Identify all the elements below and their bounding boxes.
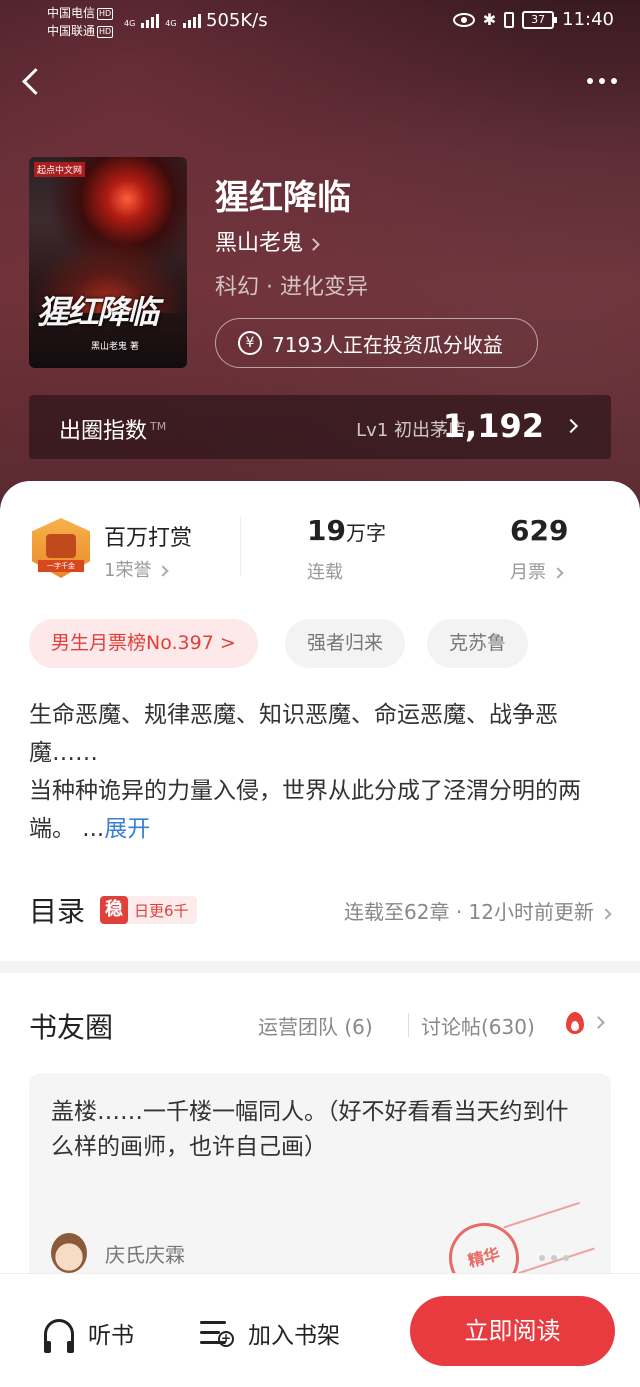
- monthly-votes-value: 629: [510, 514, 569, 547]
- post-card[interactable]: 盖楼……一千楼一幅同人。（好不好看看当天约到什么样的画师，也许自己画） 庆氏庆霖…: [29, 1073, 611, 1283]
- cover-author-tag: 黑山老鬼 著: [91, 342, 139, 352]
- post-username[interactable]: 庆氏庆霖: [105, 1239, 185, 1268]
- headphone-icon: [44, 1319, 74, 1353]
- expand-link[interactable]: 展开: [104, 816, 150, 842]
- status-right: ✱ 37 11:40: [452, 9, 614, 30]
- chevron-right-icon: [307, 237, 320, 251]
- signal-bars-icon: [182, 12, 201, 28]
- invest-button[interactable]: ¥ 7193人正在投资瓜分收益: [215, 318, 538, 368]
- cover-title-art: 猩红降临: [37, 293, 159, 331]
- post-text: 盖楼……一千楼一幅同人。（好不好看看当天约到什么样的画师，也许自己画）: [51, 1099, 569, 1160]
- word-count-unit: 万字: [345, 521, 386, 545]
- monthly-votes-link[interactable]: 月票: [510, 558, 564, 584]
- index-label: 出圈指数 TM: [59, 419, 167, 444]
- book-title: 猩红降临: [215, 178, 351, 218]
- update-badge: 稳 日更6千: [100, 896, 197, 924]
- book-genre: 科幻 · 进化变异: [215, 275, 368, 300]
- discussion-link[interactable]: 讨论帖(630): [421, 1011, 535, 1040]
- invest-text: 7193人正在投资瓜分收益: [272, 332, 503, 357]
- carrier-1: 中国电信: [47, 6, 96, 20]
- bookshelf-add-icon: +: [200, 1319, 234, 1347]
- yen-icon: ¥: [238, 331, 262, 355]
- divider: [408, 1013, 409, 1037]
- circle-title: 书友圈: [29, 1011, 114, 1044]
- listen-button[interactable]: 听书: [44, 1316, 134, 1353]
- reward-title: 百万打赏: [104, 526, 193, 551]
- fire-icon: [566, 1012, 584, 1034]
- carousel-dots: [539, 1255, 569, 1261]
- chevron-right-icon: [563, 418, 579, 434]
- word-count: 19万字: [307, 514, 386, 547]
- vibrate-icon: [504, 11, 515, 28]
- book-cover[interactable]: 起点中文网 猩红降临 黑山老鬼 著: [29, 157, 187, 368]
- reward-badge-icon[interactable]: 一字千金: [32, 518, 90, 580]
- ops-team-link[interactable]: 运营团队 (6): [258, 1011, 373, 1040]
- index-value: 1,192: [442, 407, 544, 445]
- steady-icon: 稳: [100, 896, 128, 924]
- eye-icon: [452, 12, 475, 27]
- word-count-value: 19: [307, 514, 346, 547]
- carrier-info: 中国电信 HD 中国联通 HD: [47, 4, 114, 40]
- serial-status: 连载: [307, 562, 343, 583]
- author-link[interactable]: 黑山老鬼: [215, 225, 320, 257]
- listen-label: 听书: [88, 1323, 134, 1349]
- toc-title[interactable]: 目录: [29, 890, 85, 930]
- net-type-2: 4G: [165, 19, 177, 28]
- tag-item[interactable]: 克苏鲁: [427, 619, 529, 668]
- avatar[interactable]: [51, 1233, 87, 1273]
- reward-honor-link[interactable]: 1荣誉: [104, 556, 170, 582]
- battery-icon: 37: [522, 10, 558, 29]
- carrier-2: 中国联通: [47, 24, 96, 38]
- bottom-action-bar: 听书 + 加入书架 立即阅读: [0, 1273, 640, 1387]
- popularity-index-bar[interactable]: 出圈指数 TM Lv1 初出茅庐 1,192: [29, 395, 611, 459]
- cover-publisher-tag: 起点中文网: [34, 162, 86, 177]
- chevron-right-icon: [600, 907, 612, 920]
- shelf-label: 加入书架: [248, 1323, 340, 1349]
- network-speed: 505K/s: [206, 10, 268, 31]
- signal-bars-icon: [141, 12, 160, 28]
- author-name: 黑山老鬼: [215, 231, 304, 256]
- chevron-right-icon: [552, 567, 564, 579]
- hd-badge: HD: [97, 25, 114, 38]
- signal-icons: 4G 4G: [124, 12, 201, 28]
- clock: 11:40: [562, 9, 614, 30]
- chevron-right-icon: [157, 565, 170, 577]
- tag-item[interactable]: 强者归来: [285, 619, 406, 668]
- add-to-shelf-button[interactable]: + 加入书架: [200, 1316, 340, 1350]
- tag-rank[interactable]: 男生月票榜No.397 >: [29, 619, 258, 668]
- badge-ribbon: 一字千金: [38, 560, 84, 572]
- net-type-1: 4G: [124, 19, 136, 28]
- hd-badge: HD: [97, 7, 114, 20]
- toc-status-link[interactable]: 连载至62章 · 12小时前更新: [344, 896, 612, 925]
- status-bar: 中国电信 HD 中国联通 HD 4G 4G 505K/s ✱ 37 11:40: [0, 0, 640, 44]
- synopsis: 生命恶魔、规律恶魔、知识恶魔、命运恶魔、战争恶魔…… 当种种诡异的力量入侵，世界…: [29, 696, 614, 848]
- bluetooth-icon: ✱: [482, 10, 497, 29]
- trademark-mark: TM: [150, 419, 167, 433]
- more-icon[interactable]: [582, 66, 622, 96]
- read-now-button[interactable]: 立即阅读: [410, 1296, 615, 1366]
- back-icon[interactable]: [18, 64, 48, 100]
- update-badge-text: 日更6千: [134, 901, 189, 920]
- divider: [240, 516, 241, 576]
